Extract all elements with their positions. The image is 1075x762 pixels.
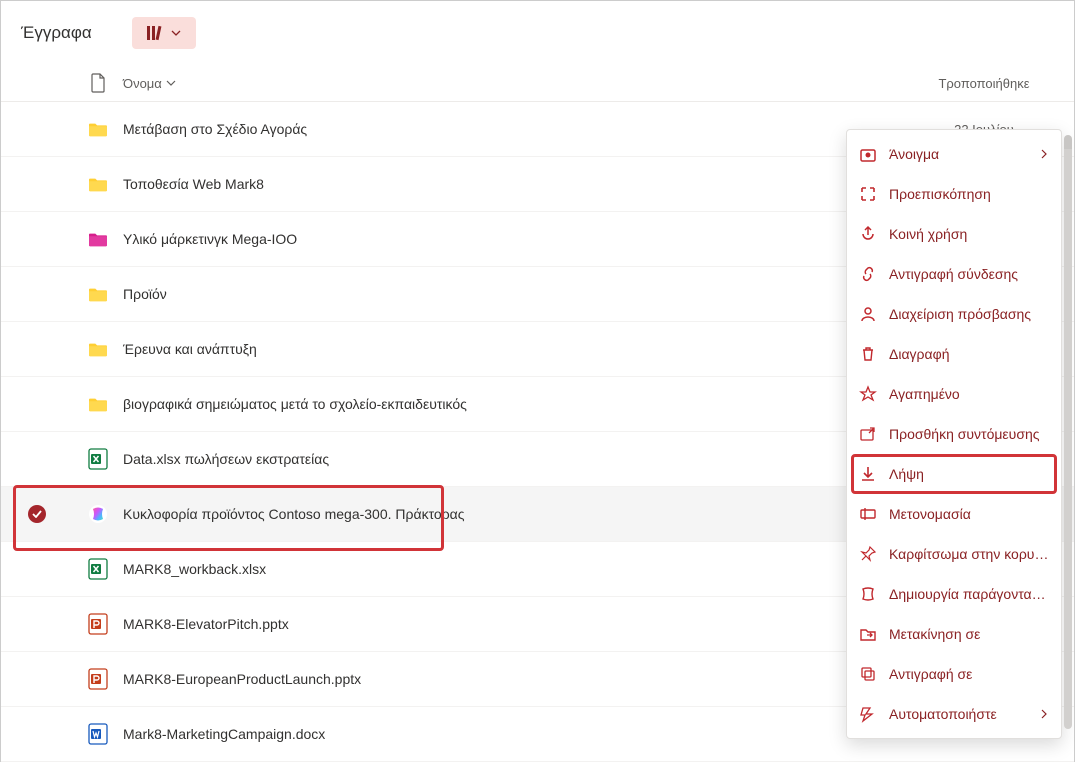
menu-item-copyto[interactable]: Αντιγραφή σε: [847, 654, 1061, 694]
scrollbar-thumb[interactable]: [1064, 149, 1072, 729]
file-name[interactable]: Mark8-MarketingCampaign.docx: [123, 726, 854, 742]
file-name[interactable]: MARK8-EuropeanProductLaunch.pptx: [123, 671, 854, 687]
menu-item-label: Λήψη: [889, 466, 1049, 482]
menu-item-label: Διαγραφή: [889, 346, 1049, 362]
delete-icon: [859, 345, 877, 363]
menu-item-rename[interactable]: Μετονομασία: [847, 494, 1061, 534]
folder-icon: [87, 230, 109, 248]
context-menu: Άνοιγμα Προεπισκόπηση Κοινή χρήση Αντιγραφή…: [846, 129, 1062, 739]
powerpoint-icon: [88, 668, 108, 690]
menu-item-preview[interactable]: Προεπισκόπηση: [847, 174, 1061, 214]
preview-icon: [859, 185, 877, 203]
file-name[interactable]: Τοποθεσία Web Mark8: [123, 176, 854, 192]
view-switcher[interactable]: [132, 17, 196, 49]
menu-item-open[interactable]: Άνοιγμα: [847, 134, 1061, 174]
menu-item-label: Αντιγραφή σύνδεσης: [889, 266, 1049, 282]
copyto-icon: [859, 665, 877, 683]
file-name[interactable]: Έρευνα και ανάπτυξη: [123, 341, 854, 357]
file-name[interactable]: βιογραφικά σημειώματος μετά το σχολείο-ε…: [123, 396, 854, 412]
file-name[interactable]: Data.xlsx πωλήσεων εκστρατείας: [123, 451, 854, 467]
pin-icon: [859, 545, 877, 563]
folder-icon: [87, 175, 109, 193]
file-name[interactable]: Υλικό μάρκετινγκ Mega-IOO: [123, 231, 854, 247]
modified-column-header[interactable]: Τροποποιήθηκε: [894, 76, 1074, 91]
scrollbar-up-arrow[interactable]: [1064, 135, 1072, 149]
open-icon: [859, 145, 877, 163]
menu-item-automate[interactable]: Αυτοματοποιήστε: [847, 694, 1061, 734]
menu-item-favorite[interactable]: Αγαπημένο: [847, 374, 1061, 414]
chevron-right-icon: [1039, 709, 1049, 719]
copilot-m-icon: [859, 585, 877, 603]
menu-item-label: Προσθήκη συντόμευσης: [889, 426, 1049, 442]
menu-item-copilot-m[interactable]: Δημιουργία παράγοντα Copilot: [847, 574, 1061, 614]
menu-item-label: Μετονομασία: [889, 506, 1049, 522]
name-column-label: Όνομα: [123, 76, 162, 91]
word-icon: [88, 723, 108, 745]
chevron-right-icon: [1039, 149, 1049, 159]
menu-item-label: Δημιουργία παράγοντα Copilot: [889, 586, 1049, 602]
file-type-column-icon[interactable]: [73, 73, 123, 93]
library-icon: [147, 25, 165, 41]
automate-icon: [859, 705, 877, 723]
menu-item-access[interactable]: Διαχείριση πρόσβασης: [847, 294, 1061, 334]
file-name[interactable]: MARK8_workback.xlsx: [123, 561, 854, 577]
menu-item-label: Άνοιγμα: [889, 146, 1027, 162]
folder-icon: [87, 285, 109, 303]
menu-item-pin[interactable]: Καρφίτσωμα στην κορυφή: [847, 534, 1061, 574]
file-name[interactable]: Μετάβαση στο Σχέδιο Αγοράς: [123, 121, 854, 137]
share-icon: [859, 225, 877, 243]
copilot-icon: [88, 503, 108, 525]
file-name[interactable]: Κυκλοφορία προϊόντος Contoso mega-300. Π…: [123, 506, 854, 522]
menu-item-moveto[interactable]: Μετακίνηση σε: [847, 614, 1061, 654]
menu-item-label: Κοινή χρήση: [889, 226, 1049, 242]
chevron-down-icon: [166, 78, 176, 88]
menu-item-share[interactable]: Κοινή χρήση: [847, 214, 1061, 254]
excel-icon: [88, 448, 108, 470]
powerpoint-icon: [88, 613, 108, 635]
menu-item-label: Μετακίνηση σε: [889, 626, 1049, 642]
access-icon: [859, 305, 877, 323]
modified-column-label: Τροποποιήθηκε: [938, 76, 1029, 91]
chevron-down-icon: [171, 30, 181, 36]
excel-icon: [88, 558, 108, 580]
favorite-icon: [859, 385, 877, 403]
moveto-icon: [859, 625, 877, 643]
name-column-header[interactable]: Όνομα: [123, 76, 894, 91]
folder-icon: [87, 120, 109, 138]
menu-item-download[interactable]: Λήψη: [847, 454, 1061, 494]
file-name[interactable]: MARK8-ElevatorPitch.pptx: [123, 616, 854, 632]
rename-icon: [859, 505, 877, 523]
menu-item-label: Αυτοματοποιήστε: [889, 706, 1027, 722]
menu-item-delete[interactable]: Διαγραφή: [847, 334, 1061, 374]
folder-icon: [87, 395, 109, 413]
menu-item-shortcut[interactable]: Προσθήκη συντόμευσης: [847, 414, 1061, 454]
menu-item-label: Αντιγραφή σε: [889, 666, 1049, 682]
selected-check-icon[interactable]: [28, 505, 46, 523]
menu-item-label: Καρφίτσωμα στην κορυφή: [889, 546, 1049, 562]
menu-item-label: Διαχείριση πρόσβασης: [889, 306, 1049, 322]
file-name[interactable]: Προϊόν: [123, 286, 854, 302]
menu-item-link[interactable]: Αντιγραφή σύνδεσης: [847, 254, 1061, 294]
shortcut-icon: [859, 425, 877, 443]
download-icon: [859, 465, 877, 483]
column-header-row: Όνομα Τροποποιήθηκε: [1, 69, 1074, 102]
page-title: Έγγραφα: [21, 23, 92, 43]
link-icon: [859, 265, 877, 283]
folder-icon: [87, 340, 109, 358]
menu-item-label: Αγαπημένο: [889, 386, 1049, 402]
menu-item-label: Προεπισκόπηση: [889, 186, 1049, 202]
